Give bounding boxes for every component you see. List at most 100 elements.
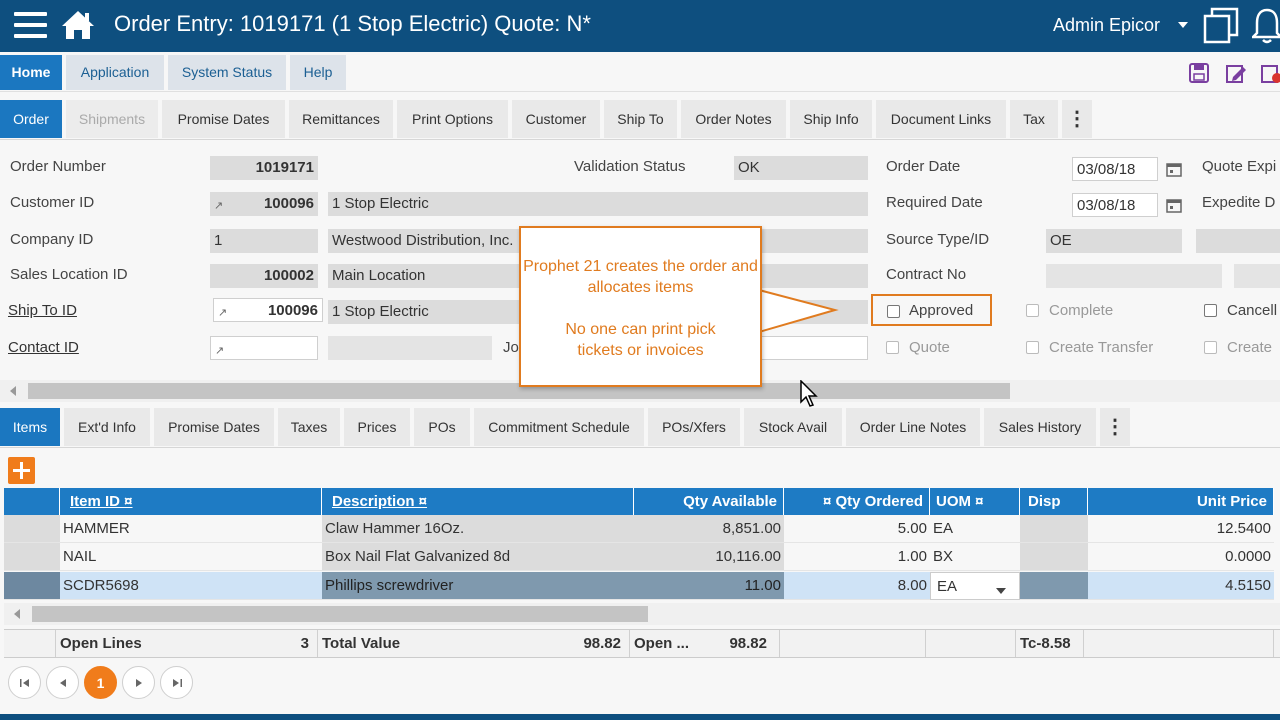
tab-pos[interactable]: POs <box>414 408 470 446</box>
grid-header-selector <box>4 488 60 515</box>
window-title: Order Entry: 1019171 (1 Stop Electric) Q… <box>114 11 591 36</box>
ship-to-id-field[interactable]: ↗ 100096 <box>213 298 323 322</box>
tab-print-options[interactable]: Print Options <box>397 100 508 138</box>
tab-items[interactable]: Items <box>0 408 60 446</box>
next-page-button[interactable] <box>122 666 155 699</box>
tab-stock-avail[interactable]: Stock Avail <box>744 408 842 446</box>
external-link-icon[interactable]: ↗ <box>215 339 224 359</box>
tab-remittances[interactable]: Remittances <box>289 100 393 138</box>
user-name[interactable]: Admin Epicor <box>1053 15 1160 36</box>
tab-commitment-schedule[interactable]: Commitment Schedule <box>474 408 644 446</box>
create-checkbox[interactable] <box>1204 341 1217 354</box>
grid-horizontal-scrollbar[interactable] <box>4 603 1280 625</box>
cell-item-id[interactable]: NAIL <box>60 543 322 571</box>
tab-customer[interactable]: Customer <box>512 100 600 138</box>
callout-line-2: No one can print pick tickets or invoice… <box>565 321 716 359</box>
grid-header-qty-available[interactable]: Qty Available <box>634 488 784 515</box>
calendar-icon[interactable] <box>1166 161 1182 177</box>
last-page-button[interactable] <box>160 666 193 699</box>
current-page[interactable]: 1 <box>84 666 117 699</box>
more-item-tabs-icon[interactable]: ⋮ <box>1100 408 1130 446</box>
cell-disp <box>1020 515 1088 543</box>
grid-header-unit-price[interactable]: Unit Price <box>1088 488 1274 515</box>
totals-row: Open Lines 3 Total Value 98.82 Open ... … <box>4 629 1280 658</box>
row-selector[interactable] <box>4 572 60 600</box>
cell-item-id[interactable]: HAMMER <box>60 515 322 543</box>
tab-prices[interactable]: Prices <box>344 408 410 446</box>
user-dropdown-icon[interactable] <box>1178 22 1188 28</box>
ship-to-id-link[interactable]: Ship To ID <box>8 302 77 319</box>
job-field[interactable] <box>760 336 868 360</box>
cell-disp <box>1020 572 1088 600</box>
create-transfer-checkbox[interactable] <box>1026 341 1039 354</box>
tab-extd-info[interactable]: Ext'd Info <box>64 408 150 446</box>
tab-item-promise-dates[interactable]: Promise Dates <box>154 408 274 446</box>
calendar-icon[interactable] <box>1166 197 1182 213</box>
delete-icon[interactable] <box>1260 62 1280 84</box>
scrollbar-thumb[interactable] <box>32 606 648 622</box>
tab-sales-history[interactable]: Sales History <box>984 408 1096 446</box>
grid-header-qty-ordered[interactable]: ¤ Qty Ordered <box>784 488 930 515</box>
scroll-left-icon[interactable] <box>10 386 16 396</box>
menu-tab-system-status[interactable]: System Status <box>168 55 286 90</box>
tab-shipments[interactable]: Shipments <box>66 100 158 138</box>
grid-header-disp[interactable]: Disp <box>1020 488 1088 515</box>
grid-header-description[interactable]: Description ¤ <box>322 488 634 515</box>
create-transfer-label: Create Transfer <box>1049 339 1154 356</box>
required-date-label: Required Date <box>886 194 983 211</box>
cancelled-checkbox[interactable] <box>1204 304 1217 317</box>
cell-uom[interactable]: BX <box>930 543 1020 571</box>
tab-ship-info[interactable]: Ship Info <box>790 100 872 138</box>
cell-item-id[interactable]: SCDR5698 <box>60 572 322 600</box>
prev-page-button[interactable] <box>46 666 79 699</box>
tab-ship-to[interactable]: Ship To <box>604 100 677 138</box>
hamburger-menu-icon[interactable] <box>14 12 47 40</box>
scroll-left-icon[interactable] <box>14 609 20 619</box>
tab-promise-dates[interactable]: Promise Dates <box>162 100 285 138</box>
totals-spacer <box>4 630 56 657</box>
cell-uom[interactable]: EA <box>930 515 1020 543</box>
cell-qty-ordered[interactable]: 8.00 <box>784 572 930 600</box>
cell-unit-price[interactable]: 4.5150 <box>1088 572 1274 600</box>
cell-unit-price[interactable]: 0.0000 <box>1088 543 1274 571</box>
more-tabs-icon[interactable]: ⋮ <box>1062 100 1092 138</box>
required-date-field[interactable]: 03/08/18 <box>1072 193 1158 217</box>
uom-dropdown[interactable]: EA <box>930 572 1020 600</box>
cell-qty-ordered[interactable]: 1.00 <box>784 543 930 571</box>
grid-header-uom[interactable]: UOM ¤ <box>930 488 1020 515</box>
tab-taxes[interactable]: Taxes <box>278 408 340 446</box>
approved-checkbox[interactable] <box>887 305 900 318</box>
row-selector[interactable] <box>4 515 60 543</box>
tab-tax[interactable]: Tax <box>1010 100 1058 138</box>
tab-document-links[interactable]: Document Links <box>876 100 1006 138</box>
menu-tab-home[interactable]: Home <box>0 55 62 90</box>
grid-header-item-id[interactable]: Item ID ¤ <box>60 488 322 515</box>
cell-qty-ordered[interactable]: 5.00 <box>784 515 930 543</box>
contact-id-field[interactable]: ↗ <box>210 336 318 360</box>
complete-checkbox[interactable] <box>1026 304 1039 317</box>
external-link-icon[interactable]: ↗ <box>214 194 223 216</box>
contact-id-link[interactable]: Contact ID <box>8 339 79 356</box>
total-value-label: Total Value <box>322 635 401 652</box>
row-selector[interactable] <box>4 543 60 571</box>
menu-tab-help[interactable]: Help <box>290 55 346 90</box>
order-number-field: 1019171 <box>210 156 318 180</box>
menu-tab-application[interactable]: Application <box>66 55 164 90</box>
home-icon[interactable] <box>60 8 96 42</box>
customer-id-label: Customer ID <box>10 194 95 211</box>
windows-icon[interactable] <box>1203 7 1239 45</box>
bell-icon[interactable] <box>1252 6 1280 46</box>
edit-icon[interactable] <box>1225 62 1247 84</box>
external-link-icon[interactable]: ↗ <box>218 301 227 321</box>
tab-order-notes[interactable]: Order Notes <box>681 100 786 138</box>
save-icon[interactable] <box>1188 62 1210 84</box>
tab-order[interactable]: Order <box>0 100 62 138</box>
add-line-button[interactable] <box>8 457 35 484</box>
tab-order-line-notes[interactable]: Order Line Notes <box>846 408 980 446</box>
cell-unit-price[interactable]: 12.5400 <box>1088 515 1274 543</box>
first-page-button[interactable] <box>8 666 41 699</box>
chevron-down-icon[interactable] <box>996 588 1006 594</box>
order-date-field[interactable]: 03/08/18 <box>1072 157 1158 181</box>
quote-checkbox[interactable] <box>886 341 899 354</box>
tab-pos-xfers[interactable]: POs/Xfers <box>648 408 740 446</box>
